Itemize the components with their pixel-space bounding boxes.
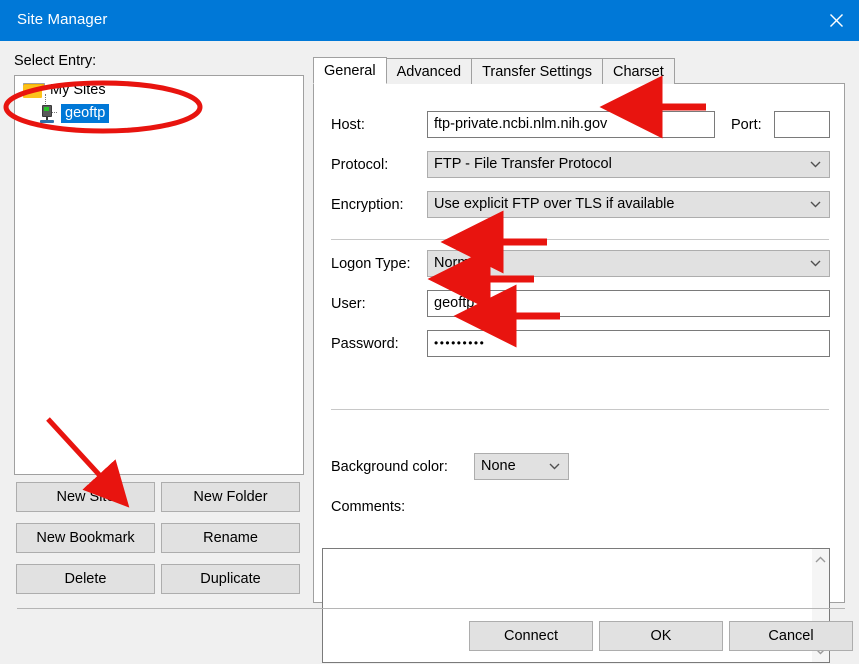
port-label: Port: xyxy=(731,117,762,133)
dialog-body: Select Entry: My Sites geoftp New Site N… xyxy=(0,41,859,664)
section-divider-2 xyxy=(331,409,829,410)
chevron-down-icon xyxy=(810,192,821,217)
tab-general[interactable]: General xyxy=(313,57,387,84)
chevron-down-icon xyxy=(549,454,560,479)
rename-button[interactable]: Rename xyxy=(161,523,300,553)
tab-strip: General Advanced Transfer Settings Chars… xyxy=(313,57,675,84)
logon-type-select[interactable]: Normal xyxy=(427,250,830,277)
background-color-label: Background color: xyxy=(331,459,448,475)
new-folder-button[interactable]: New Folder xyxy=(161,482,300,512)
window-title: Site Manager xyxy=(17,11,108,28)
select-entry-label: Select Entry: xyxy=(14,53,97,69)
connect-button[interactable]: Connect xyxy=(469,621,593,651)
password-label: Password: xyxy=(331,336,399,352)
tree-item-my-sites[interactable]: My Sites xyxy=(23,82,108,98)
close-icon[interactable] xyxy=(813,0,859,41)
tab-charset[interactable]: Charset xyxy=(601,58,675,84)
user-label: User: xyxy=(331,296,366,312)
site-manager-window: Site Manager Select Entry: My Sites geof… xyxy=(0,0,859,664)
host-input[interactable]: ftp-private.ncbi.nlm.nih.gov xyxy=(427,111,715,138)
protocol-select[interactable]: FTP - File Transfer Protocol xyxy=(427,151,830,178)
section-divider-1 xyxy=(331,239,829,240)
background-color-value: None xyxy=(481,458,516,474)
duplicate-button[interactable]: Duplicate xyxy=(161,564,300,594)
host-label: Host: xyxy=(331,117,365,133)
tab-transfer-settings[interactable]: Transfer Settings xyxy=(471,58,603,84)
background-color-select[interactable]: None xyxy=(474,453,569,480)
tab-advanced[interactable]: Advanced xyxy=(385,58,473,84)
title-bar: Site Manager xyxy=(0,0,859,41)
protocol-value: FTP - File Transfer Protocol xyxy=(434,156,612,172)
tree-item-geoftp[interactable]: geoftp xyxy=(39,94,110,123)
tree-item-label: geoftp xyxy=(61,104,110,123)
chevron-down-icon xyxy=(810,251,821,276)
new-site-button[interactable]: New Site xyxy=(16,482,155,512)
delete-button[interactable]: Delete xyxy=(16,564,155,594)
user-input[interactable]: geoftp xyxy=(427,290,830,317)
footer-divider xyxy=(17,608,845,609)
comments-label: Comments: xyxy=(331,499,406,515)
encryption-select[interactable]: Use explicit FTP over TLS if available xyxy=(427,191,830,218)
general-tab-panel: Host: ftp-private.ncbi.nlm.nih.gov Port:… xyxy=(313,83,845,663)
settings-tab-area: General Advanced Transfer Settings Chars… xyxy=(313,57,845,663)
folder-icon xyxy=(23,82,45,98)
protocol-label: Protocol: xyxy=(331,157,389,173)
chevron-down-icon xyxy=(810,152,821,177)
site-tree[interactable]: My Sites geoftp xyxy=(14,75,304,475)
encryption-label: Encryption: xyxy=(331,197,404,213)
logon-type-label: Logon Type: xyxy=(331,256,411,272)
password-input[interactable]: ••••••••• xyxy=(427,330,830,357)
ok-button[interactable]: OK xyxy=(599,621,723,651)
port-input[interactable] xyxy=(774,111,830,138)
chevron-up-icon[interactable] xyxy=(812,551,829,568)
new-bookmark-button[interactable]: New Bookmark xyxy=(16,523,155,553)
cancel-button[interactable]: Cancel xyxy=(729,621,853,651)
encryption-value: Use explicit FTP over TLS if available xyxy=(434,196,675,212)
server-icon xyxy=(39,104,55,123)
logon-type-value: Normal xyxy=(434,255,481,271)
tree-item-label: My Sites xyxy=(50,82,106,98)
